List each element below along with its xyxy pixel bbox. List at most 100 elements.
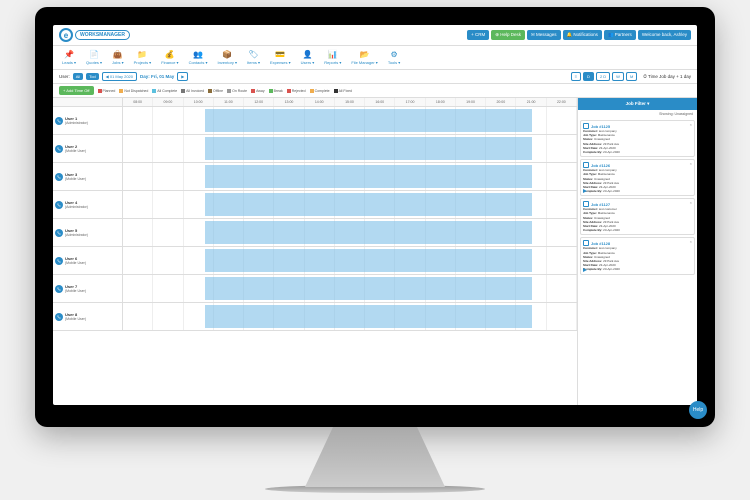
time-header-cell: 13:00	[274, 98, 304, 106]
schedule-slots[interactable]	[123, 163, 577, 190]
legend-item-7: Break	[269, 89, 283, 93]
schedule-slots[interactable]	[123, 107, 577, 134]
phone-icon	[55, 285, 63, 293]
nav-expenses[interactable]: 💳Expenses ▾	[267, 49, 294, 66]
user-tod-button[interactable]: Tod	[86, 73, 98, 80]
date-next-button[interactable]: ▶	[177, 72, 188, 81]
top-button-2[interactable]: ✉ Messages	[527, 30, 561, 40]
schedule-row: User 4(Administrator)	[53, 191, 577, 219]
top-button-5[interactable]: Welcome back, Ashley	[638, 30, 691, 40]
schedule-slots[interactable]	[123, 303, 577, 330]
time-header-cell: 14:00	[305, 98, 335, 106]
top-button-0[interactable]: + CRM	[467, 30, 489, 40]
nav-items[interactable]: 🏷Items ▾	[244, 49, 263, 66]
schedule-slots[interactable]	[123, 219, 577, 246]
legend-item-8: Rejected	[287, 89, 306, 93]
time-header-cell: 16:00	[365, 98, 395, 106]
schedule-row: User 8(Mobile User)	[53, 303, 577, 331]
job-filter-header[interactable]: Job Filter ▾	[578, 98, 697, 110]
time-header-cell: 09:00	[153, 98, 183, 106]
nav-leads[interactable]: 📌Leads ▾	[59, 49, 79, 66]
nav-quotes[interactable]: 📄Quotes ▾	[83, 49, 105, 66]
play-icon[interactable]	[583, 189, 587, 193]
nav-inventory[interactable]: 📦Inventory ▾	[214, 49, 240, 66]
user-cell[interactable]: User 4(Administrator)	[53, 191, 123, 218]
phone-icon	[55, 145, 63, 153]
user-cell[interactable]: User 6(Mobile User)	[53, 247, 123, 274]
schedule-slots[interactable]	[123, 247, 577, 274]
view-segment-0[interactable]: ≡	[571, 72, 581, 81]
logo-text: WORKSMANAGER	[75, 30, 130, 40]
time-header-cell: 20:00	[486, 98, 516, 106]
phone-icon	[55, 313, 63, 321]
date-prev-button[interactable]: ◀ 01 May 2020	[102, 72, 137, 81]
nav-projects[interactable]: 📁Projects ▾	[131, 49, 155, 66]
user-cell[interactable]: User 2(Mobile User)	[53, 135, 123, 162]
nav-tools[interactable]: ⚙Tools ▾	[385, 49, 403, 66]
close-icon[interactable]: ×	[690, 239, 692, 244]
schedule-row: User 1(Administrator)	[53, 107, 577, 135]
close-icon[interactable]: ×	[690, 200, 692, 205]
nav-contacts[interactable]: 👥Contacts ▾	[186, 49, 211, 66]
time-job-label: ⏱ Time Job day + 1 day	[643, 74, 691, 79]
availability-bar	[205, 165, 532, 188]
current-day-label: Day: Fri, 01 May	[140, 74, 174, 79]
schedule-row: User 6(Mobile User)	[53, 247, 577, 275]
view-segment-3[interactable]: W	[612, 72, 624, 81]
logo: e WORKSMANAGER	[59, 28, 130, 42]
legend-item-0: Planned	[98, 89, 116, 93]
time-header-cell: 12:00	[244, 98, 274, 106]
nav-reports[interactable]: 📊Reports ▾	[321, 49, 344, 66]
legend-item-3: All Invoiced	[181, 89, 204, 93]
job-card[interactable]: ×Job #1126Customer: test companyJob Type…	[580, 159, 695, 196]
job-card[interactable]: ×Job #1125Customer: test companyJob Type…	[580, 120, 695, 157]
logo-icon: e	[59, 28, 73, 42]
legend-item-5: On Route	[227, 89, 247, 93]
user-cell[interactable]: User 5(Administrator)	[53, 219, 123, 246]
nav-users[interactable]: 👤Users ▾	[298, 49, 318, 66]
phone-icon	[55, 173, 63, 181]
job-card[interactable]: ×Job #1128Customer: test companyJob Type…	[580, 237, 695, 274]
view-segment-1[interactable]: D	[583, 72, 594, 81]
nav-file manager[interactable]: 📂File Manager ▾	[348, 49, 380, 66]
availability-bar	[205, 109, 532, 132]
availability-bar	[205, 305, 532, 328]
time-header-cell: 19:00	[456, 98, 486, 106]
schedule-row: User 3(Mobile User)	[53, 163, 577, 191]
user-cell[interactable]: User 8(Mobile User)	[53, 303, 123, 330]
legend-item-6: Away	[251, 89, 265, 93]
schedule-slots[interactable]	[123, 135, 577, 162]
user-cell[interactable]: User 3(Mobile User)	[53, 163, 123, 190]
close-icon[interactable]: ×	[690, 161, 692, 166]
top-button-1[interactable]: ⊕ Help Desk	[491, 30, 525, 40]
user-cell[interactable]: User 7(Mobile User)	[53, 275, 123, 302]
play-icon[interactable]	[583, 268, 587, 272]
add-time-off-button[interactable]: + Add Time Off	[59, 86, 94, 95]
nav-finance[interactable]: 💰Finance ▾	[158, 49, 181, 66]
phone-icon	[55, 201, 63, 209]
time-header-cell: 15:00	[335, 98, 365, 106]
time-header-cell: 22:00	[547, 98, 577, 106]
time-header-cell: 11:00	[214, 98, 244, 106]
phone-icon	[55, 257, 63, 265]
top-button-4[interactable]: 👥 Partners	[604, 30, 636, 40]
availability-bar	[205, 221, 532, 244]
time-header-cell: 21:00	[516, 98, 546, 106]
view-segment-4[interactable]: M	[626, 72, 637, 81]
schedule-slots[interactable]	[123, 191, 577, 218]
availability-bar	[205, 193, 532, 216]
user-cell[interactable]: User 1(Administrator)	[53, 107, 123, 134]
schedule-row: User 7(Mobile User)	[53, 275, 577, 303]
top-button-3[interactable]: 🔔 Notifications	[563, 30, 602, 40]
view-segment-2[interactable]: 2 D	[596, 72, 610, 81]
schedule-row: User 5(Administrator)	[53, 219, 577, 247]
availability-bar	[205, 277, 532, 300]
schedule-slots[interactable]	[123, 275, 577, 302]
schedule-row: User 2(Mobile User)	[53, 135, 577, 163]
user-all-button[interactable]: All	[73, 73, 83, 80]
job-card[interactable]: ×Job #1127Customer: test customerJob Typ…	[580, 198, 695, 235]
close-icon[interactable]: ×	[690, 122, 692, 127]
legend-item-9: Complete	[310, 89, 330, 93]
legend-item-4: Offline	[208, 89, 223, 93]
nav-jobs[interactable]: 👜Jobs ▾	[109, 49, 127, 66]
